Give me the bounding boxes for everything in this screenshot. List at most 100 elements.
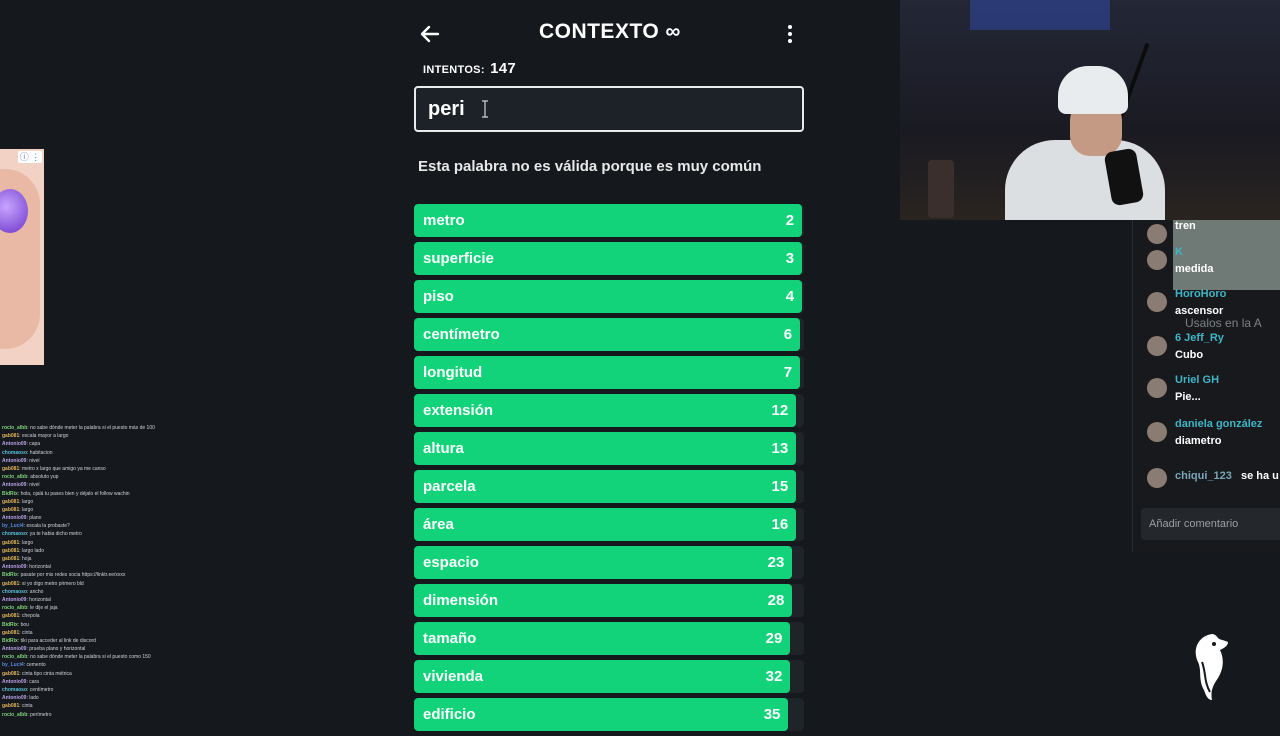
chat-username: rocio_albb (2, 711, 28, 718)
chat-text: medida (1175, 263, 1214, 275)
chat-username: chomaoso (2, 687, 28, 693)
result-rank: 23 (767, 554, 785, 571)
chat-message: Antonio09: cara (2, 678, 182, 686)
chat-text: : bou (17, 621, 29, 628)
chat-message: rocio_albb: perímetro (2, 711, 182, 719)
chat-message: rocio_albb: no sabe dónde meter la palab… (2, 653, 182, 661)
result-row: altura 13 (414, 432, 804, 465)
chat-message: gab081: chepola (2, 612, 182, 620)
chat-username: chiqui_123 (1175, 470, 1232, 482)
chat-text: : si yo digo metro primero bld (19, 580, 84, 587)
chat-username: Antonio09 (2, 596, 27, 603)
chat-username: K (1175, 246, 1183, 258)
chat-username: chomaoso (2, 531, 28, 538)
chat-text: se ha u (1241, 470, 1279, 482)
avatar (1147, 468, 1167, 488)
chat-message: BidRix: bou (2, 621, 182, 629)
result-word: tamaño (423, 630, 477, 647)
result-word: metro (423, 212, 465, 229)
chat-message: gab081: hoja (2, 555, 182, 563)
game-title: CONTEXTO ∞ (538, 20, 682, 43)
result-word: parcela (423, 478, 476, 495)
result-word: edificio (423, 706, 476, 723)
chat-username: daniela gonzález (1175, 418, 1263, 430)
chat-text: : escala mayor a largo (19, 433, 69, 440)
attempts-label: INTENTOS: (423, 64, 485, 76)
chat-message: BidRix: tiki para acceder al link de dis… (2, 637, 182, 645)
i-beam-cursor-icon (482, 100, 488, 118)
result-word: centímetro (423, 326, 500, 343)
chat-text: Cubo (1175, 349, 1204, 361)
result-row: vivienda 32 (414, 660, 804, 693)
chat-username: gab081 (2, 465, 20, 472)
chat-username: BidRix (2, 490, 18, 497)
chat-message: Antonio09: horizontal (2, 596, 182, 604)
chat-username: BidRix (2, 637, 18, 644)
chat-text: : centímetro (27, 687, 54, 693)
chat-text: : le dije el jaja (27, 605, 58, 612)
result-word: dimensión (423, 592, 499, 609)
chat-username: BidRix (2, 621, 18, 628)
chat-username: chomaoso (2, 449, 28, 456)
chat-username: rocio_albb (2, 425, 28, 431)
result-rank: 3 (785, 250, 795, 267)
result-row: parcela 15 (414, 470, 804, 503)
chat-message: rocio_albb: no sabe dónde meter la palab… (2, 424, 182, 432)
chat-message: BidRix: hola, ojalá tu pases bien y déja… (2, 490, 182, 498)
chat-text: tren (1175, 220, 1196, 232)
advertisement[interactable]: ⓘ ⋮ (0, 149, 44, 365)
chat-text: Pie... (1175, 391, 1201, 403)
avatar (1147, 422, 1167, 442)
chat-message: gab081: cinta (2, 629, 182, 637)
chat-text: : absoluto yup (27, 474, 59, 481)
chat-text: : cinta tipo cinta métrica (19, 670, 72, 677)
result-word: vivienda (423, 668, 484, 685)
validation-message: Esta palabra no es válida porque es muy … (418, 158, 762, 175)
chat-text: : habitacion (27, 449, 53, 456)
result-row: superficie 3 (414, 242, 804, 275)
result-rank: 29 (765, 630, 783, 647)
result-row: dimensión 28 (414, 584, 804, 617)
chat-message: gab081: largo (2, 498, 182, 506)
chat-text: : escala la probaste? (23, 523, 70, 530)
result-row: piso 4 (414, 280, 804, 313)
chat-message: Antonio09: capa (2, 440, 182, 448)
add-comment-input[interactable]: Añadir comentario (1141, 508, 1280, 540)
chat-text: : nivel (26, 482, 40, 489)
result-rank: 35 (763, 706, 781, 723)
chat-text: : largo (19, 498, 34, 505)
chat-text: : tiki para acceder al link de discord (17, 637, 96, 644)
chat-text: : nivel (26, 457, 40, 464)
result-word: espacio (423, 554, 479, 571)
result-row: extensión 12 (414, 394, 804, 427)
chat-text: : no sabe dónde meter la palabra si el p… (27, 654, 151, 661)
chat-username: by_Luci4 (2, 662, 24, 669)
chat-message: gab081: largo (2, 506, 182, 514)
chat-message: rocio_albb: absoluto yup (2, 473, 182, 481)
result-rank: 2 (785, 212, 795, 229)
result-rank: 6 (783, 326, 793, 343)
result-rank: 13 (771, 440, 789, 457)
chat-message: gab081: cinta (2, 702, 182, 710)
chat-message: gab081: cinta tipo cinta métrica (2, 670, 182, 678)
chat-username: rocio_albb (2, 474, 28, 481)
similarity-bar (414, 508, 797, 541)
chat-message: Antonio09: prueba plano y horizontal (2, 645, 182, 653)
guess-input[interactable] (414, 86, 804, 132)
chat-message: gab081: metro x largo que amigo ya me ca… (2, 465, 182, 473)
avatar (1147, 250, 1167, 270)
chat-username: Antonio09 (2, 678, 27, 685)
chat-username: 6 Jeff_Ry (1175, 332, 1224, 344)
chat-text: : largo (19, 506, 34, 513)
chat-message: gab081: si yo digo metro primero bld (2, 580, 182, 588)
chat-message: chomaoso: ancho (2, 588, 182, 596)
attempts-counter: INTENTOS: 147 (423, 60, 516, 77)
chat-text: : cinta (19, 703, 33, 710)
chat-text: : largo (19, 539, 34, 546)
chat-username: Antonio09 (2, 646, 27, 653)
chat-text: : perímetro (27, 711, 52, 718)
chat-message: Antonio09: nivel (2, 457, 182, 465)
more-options-icon[interactable] (782, 22, 798, 46)
avatar (1147, 224, 1167, 244)
ad-info-icon[interactable]: ⓘ ⋮ (18, 151, 42, 163)
